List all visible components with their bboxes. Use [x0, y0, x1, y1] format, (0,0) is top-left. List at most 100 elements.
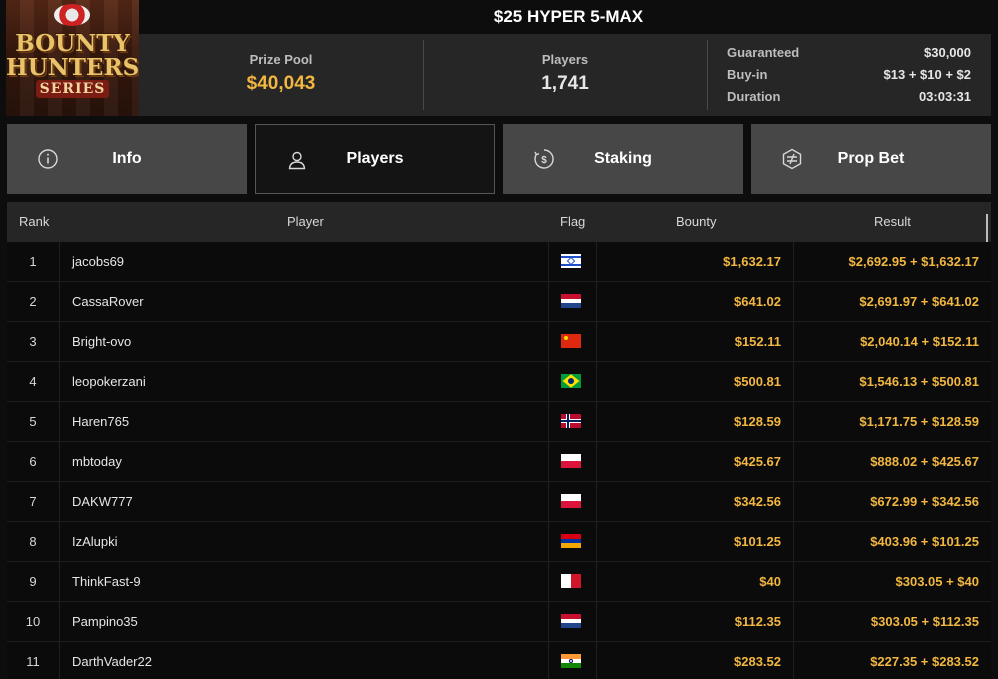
armenia-flag [561, 534, 581, 548]
result-cell: $303.05 + $40 [895, 574, 980, 589]
malta-flag [561, 574, 581, 588]
table-body: 1 jacobs69 $1,632.17 $2,692.95 + $1,632.17 2… [7, 242, 991, 679]
result-cell: $403.96 + $101.25 [870, 534, 979, 549]
india-flag [561, 654, 581, 668]
header-flag[interactable]: Flag [560, 202, 585, 242]
bounty-cell: $112.35 [734, 614, 781, 629]
rank-cell: 7 [29, 494, 37, 509]
table-row[interactable]: 7 DAKW777 $342.56 $672.99 + $342.56 [7, 482, 991, 522]
column-divider [793, 602, 794, 642]
tab-staking[interactable]: $ Staking [503, 124, 743, 194]
column-divider [59, 282, 60, 322]
column-divider [548, 642, 549, 679]
guaranteed-label: Guaranteed [727, 45, 800, 60]
bounty-cell: $500.81 [734, 374, 781, 389]
prize-pool-label: Prize Pool [249, 52, 313, 67]
table-row[interactable]: 9 ThinkFast-9 $40 $303.05 + $40 [7, 562, 991, 602]
table-row[interactable]: 10 Pampino35 $112.35 $303.05 + $112.35 [7, 602, 991, 642]
player-name-cell[interactable]: DAKW777 [72, 482, 133, 522]
rank-cell: 2 [29, 294, 37, 309]
result-cell: $227.35 + $283.52 [870, 654, 979, 669]
table-row[interactable]: 8 IzAlupki $101.25 $403.96 + $101.25 [7, 522, 991, 562]
table-row[interactable]: 2 CassaRover $641.02 $2,691.97 + $641.02 [7, 282, 991, 322]
player-name-cell[interactable]: IzAlupki [72, 522, 118, 562]
norway-flag [561, 414, 581, 428]
result-cell: $1,546.13 + $500.81 [859, 374, 979, 389]
table-row[interactable]: 1 jacobs69 $1,632.17 $2,692.95 + $1,632.17 [7, 242, 991, 282]
column-divider [793, 482, 794, 522]
column-divider [548, 362, 549, 402]
poland-flag [561, 494, 581, 508]
user-icon [288, 151, 306, 170]
player-name-cell[interactable]: Bright-ovo [72, 322, 131, 362]
column-divider [59, 402, 60, 442]
rank-cell: 6 [29, 454, 37, 469]
column-divider [548, 402, 549, 442]
column-divider [548, 522, 549, 562]
staking-icon: $ [534, 149, 554, 169]
bounty-cell: $101.25 [734, 534, 781, 549]
player-name-cell[interactable]: ThinkFast-9 [72, 562, 141, 602]
column-divider [59, 602, 60, 642]
column-divider [59, 642, 60, 679]
prize-pool-stat: Prize Pool $40,043 [139, 34, 423, 116]
column-divider [548, 562, 549, 602]
table-row[interactable]: 3 Bright-ovo $152.11 $2,040.14 + $152.11 [7, 322, 991, 362]
info-icon [38, 149, 58, 169]
tab-players[interactable]: Players [255, 124, 495, 194]
table-row[interactable]: 11 DarthVader22 $283.52 $227.35 + $283.52 [7, 642, 991, 679]
players-stat: Players 1,741 [423, 34, 707, 116]
rank-cell: 10 [25, 614, 41, 629]
bounty-cell: $40 [759, 574, 781, 589]
column-divider [793, 362, 794, 402]
column-divider [596, 322, 597, 362]
player-name-cell[interactable]: mbtoday [72, 442, 122, 482]
table-row[interactable]: 4 leopokerzani $500.81 $1,546.13 + $500.81 [7, 362, 991, 402]
column-divider [596, 442, 597, 482]
rank-cell: 11 [26, 654, 40, 669]
column-divider [596, 642, 597, 679]
column-divider [548, 482, 549, 522]
scrollbar[interactable] [986, 214, 988, 242]
column-divider [59, 242, 60, 282]
result-cell: $1,171.75 + $128.59 [859, 414, 979, 429]
column-divider [793, 522, 794, 562]
player-name-cell[interactable]: jacobs69 [72, 242, 124, 282]
player-name-cell[interactable]: Pampino35 [72, 602, 138, 642]
player-name-cell[interactable]: leopokerzani [72, 362, 146, 402]
tab-prop-bet[interactable]: Prop Bet [751, 124, 991, 194]
table-header: Rank Player Flag Bounty Result [7, 202, 991, 242]
header-bounty[interactable]: Bounty [676, 202, 716, 242]
players-value: 1,741 [541, 73, 589, 94]
rank-cell: 5 [29, 414, 37, 429]
column-divider [596, 282, 597, 322]
prize-pool-value: $40,043 [246, 73, 316, 94]
rank-cell: 9 [29, 574, 37, 589]
buyin-label: Buy-in [727, 67, 768, 82]
logo-line-1: BOUNTY [15, 30, 130, 57]
player-name-cell[interactable]: CassaRover [72, 282, 144, 322]
poland-flag [561, 454, 581, 468]
result-cell: $672.99 + $342.56 [870, 494, 979, 509]
table-row[interactable]: 6 mbtoday $425.67 $888.02 + $425.67 [7, 442, 991, 482]
duration-row: Duration 03:03:31 [727, 86, 971, 108]
netherlands-flag [561, 614, 581, 628]
player-name-cell[interactable]: Haren765 [72, 402, 129, 442]
column-divider [793, 242, 794, 282]
china-flag [561, 334, 581, 348]
column-divider [793, 642, 794, 679]
table-row[interactable]: 5 Haren765 $128.59 $1,171.75 + $128.59 [7, 402, 991, 442]
header-result[interactable]: Result [874, 202, 911, 242]
brazil-flag [561, 374, 581, 388]
buyin-row: Buy-in $13 + $10 + $2 [727, 64, 971, 86]
column-divider [59, 362, 60, 402]
header-player[interactable]: Player [287, 202, 324, 242]
player-name-cell[interactable]: DarthVader22 [72, 642, 152, 679]
header-rank[interactable]: Rank [19, 202, 49, 242]
result-cell: $888.02 + $425.67 [870, 454, 979, 469]
column-divider [596, 522, 597, 562]
tab-info[interactable]: Info [7, 124, 247, 194]
column-divider [596, 602, 597, 642]
bounty-cell: $1,632.17 [723, 254, 781, 269]
duration-label: Duration [727, 89, 781, 104]
